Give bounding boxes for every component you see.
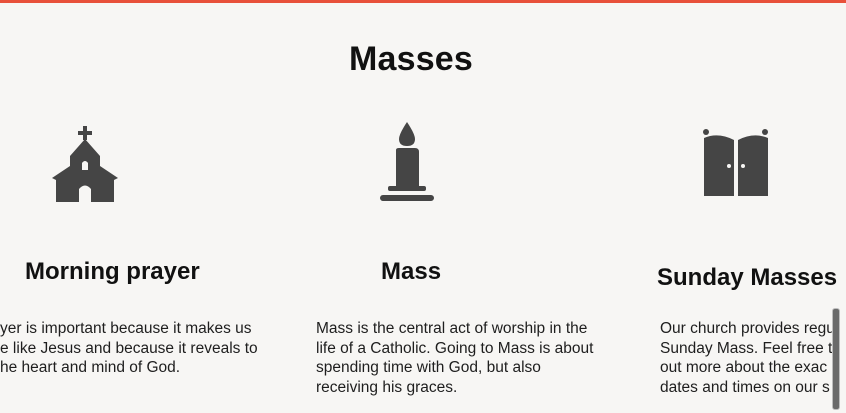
church-icon — [52, 126, 118, 204]
card-text-morning-prayer: yer is important because it makes us e l… — [0, 319, 300, 378]
card-text-line: receiving his graces. — [316, 378, 458, 396]
top-accent-bar — [0, 0, 846, 3]
card-text-mass: Mass is the central act of worship in th… — [316, 319, 636, 397]
card-text-line: Mass is the central act of worship in th… — [316, 320, 588, 337]
card-text-line: dates and times on our s — [660, 378, 830, 396]
card-text-line: he heart and mind of God. — [0, 359, 181, 376]
card-text-line: yer is important because it makes us — [0, 320, 252, 337]
card-title-mass: Mass — [381, 258, 442, 285]
section-title: Masses — [348, 40, 474, 78]
card-title-sunday-masses: Sunday Masses — [657, 264, 838, 291]
card-text-line: e like Jesus and because it reveals to — [0, 339, 258, 357]
card-text-line: life of a Catholic. Going to Mass is abo… — [316, 339, 594, 357]
card-text-sunday-masses: Our church provides regu Sunday Mass. Fe… — [660, 319, 846, 397]
card-text-line: Our church provides regu — [660, 320, 835, 337]
candle-icon — [379, 122, 435, 202]
card-text-line: out more about the exac — [660, 359, 828, 376]
card-text-line: Sunday Mass. Feel free t — [660, 339, 833, 357]
church-doors-icon — [702, 128, 770, 198]
vertical-scrollbar-thumb[interactable] — [832, 308, 840, 410]
card-text-line: spending time with God, but also — [316, 359, 541, 376]
card-title-morning-prayer: Morning prayer — [25, 258, 200, 285]
